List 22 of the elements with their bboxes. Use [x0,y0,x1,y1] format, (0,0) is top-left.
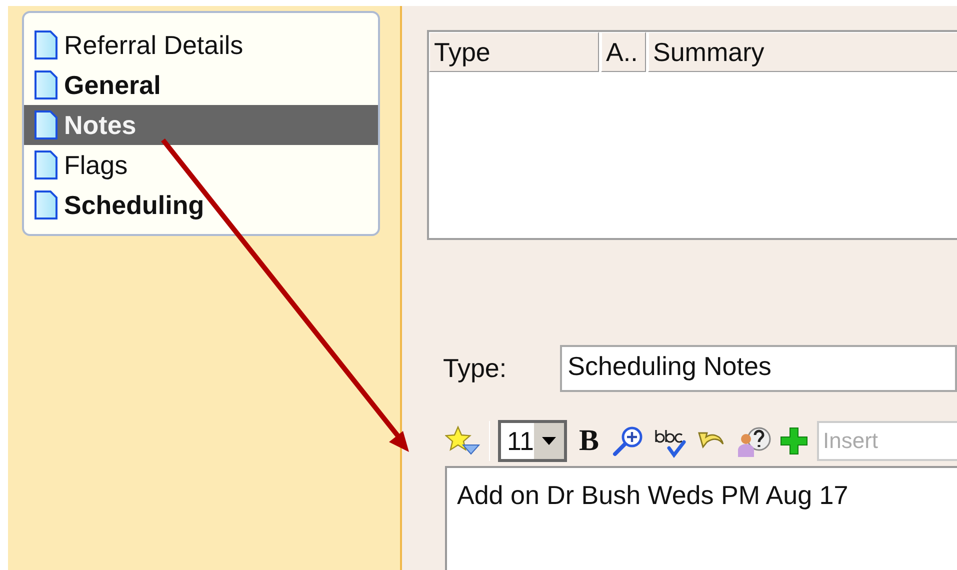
sidebar-item[interactable]: Notes [24,105,378,145]
type-field[interactable]: Scheduling Notes [560,345,957,392]
sidebar-item[interactable]: Scheduling [24,185,378,225]
sidebar-item[interactable]: Flags [24,145,378,185]
sidebar-item[interactable]: Referral Details [24,25,378,65]
column-header[interactable]: A.. [601,32,646,72]
add-icon[interactable] [779,426,810,456]
caret-icon[interactable] [534,423,564,459]
type-label: Type: [443,353,508,384]
note-editor[interactable]: Add on Dr Bush Weds PM Aug 17 [445,466,957,570]
star-icon[interactable] [445,425,481,457]
font-size-dropdown[interactable]: 11 [498,420,567,462]
document-icon [34,30,58,60]
document-icon [34,110,58,140]
column-header[interactable]: Type [429,32,599,72]
sidebar-item[interactable]: General [24,65,378,105]
document-icon [34,150,58,180]
document-icon [34,190,58,220]
insert-field[interactable]: Insert [817,421,957,461]
column-header[interactable]: Summary [648,32,957,72]
document-icon [34,70,58,100]
bold-button[interactable]: B [575,424,604,458]
